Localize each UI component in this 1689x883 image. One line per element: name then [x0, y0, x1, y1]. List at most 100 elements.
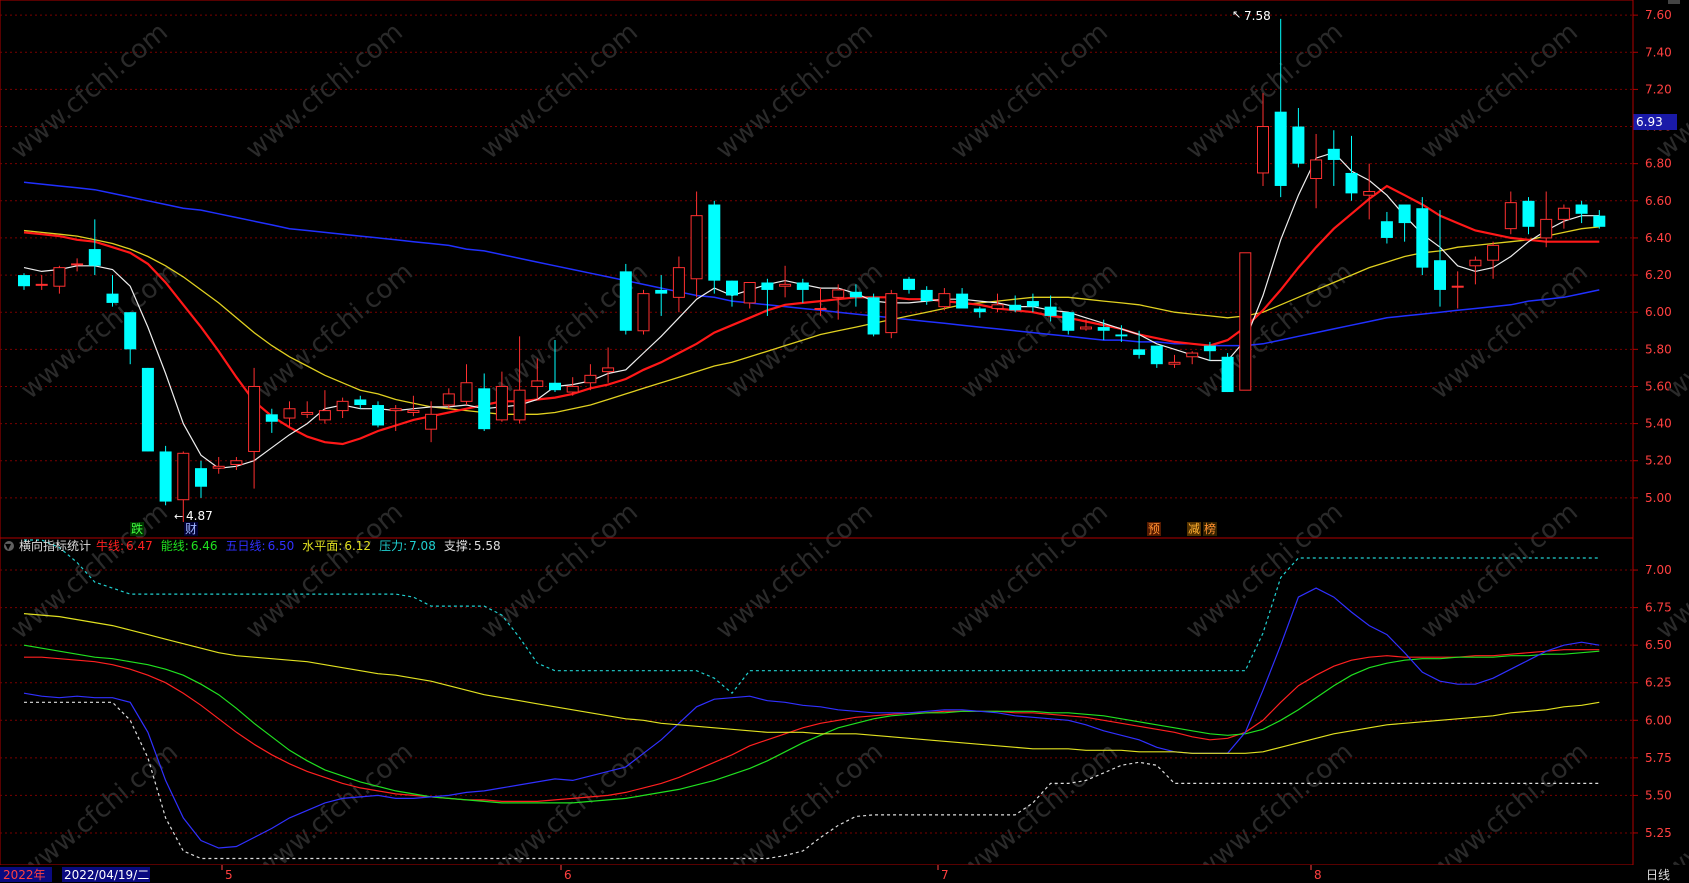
rank-marker[interactable]: 榜 — [1204, 521, 1216, 536]
candle[interactable] — [159, 445, 172, 506]
candle[interactable] — [867, 293, 880, 337]
candle[interactable] — [903, 276, 915, 294]
candle[interactable] — [1416, 197, 1429, 276]
candle[interactable] — [1575, 200, 1588, 224]
candle[interactable] — [318, 390, 331, 424]
candle[interactable] — [1398, 204, 1411, 242]
candle[interactable] — [1522, 197, 1535, 235]
candle[interactable] — [336, 397, 349, 419]
candle[interactable] — [956, 288, 969, 309]
watermark: www.cfchi.com — [955, 257, 1124, 405]
candle[interactable] — [1363, 163, 1376, 220]
candle[interactable] — [1540, 191, 1553, 248]
indicator-panel[interactable]: 7.00 6.75 6.50 6.25 6.00 5.75 5.50 5.25 ▼ 横向指标统… — [0, 537, 1672, 866]
candle[interactable] — [1150, 345, 1163, 368]
candle[interactable] — [1593, 210, 1606, 229]
candle[interactable] — [672, 256, 685, 313]
series-能线 — [23, 644, 1600, 804]
candle[interactable] — [1009, 295, 1022, 313]
candle[interactable] — [1186, 351, 1199, 365]
candle[interactable] — [354, 395, 367, 409]
candle[interactable] — [1168, 354, 1181, 368]
reduce-marker[interactable]: 减 — [1188, 522, 1200, 536]
candle[interactable] — [885, 289, 898, 339]
candle-body — [1292, 126, 1305, 164]
candle[interactable] — [124, 312, 137, 365]
candle[interactable] — [796, 278, 809, 303]
candle[interactable] — [230, 457, 243, 471]
pre-marker[interactable]: 预 — [1148, 522, 1160, 536]
candle[interactable] — [602, 347, 615, 383]
legend-label: 支撑: — [444, 538, 472, 553]
period-label[interactable]: 日线 — [1646, 868, 1670, 882]
candle[interactable] — [761, 278, 774, 316]
candle[interactable] — [743, 281, 756, 309]
candle[interactable] — [1380, 211, 1393, 244]
candle-body — [1203, 345, 1216, 352]
candle[interactable] — [1221, 353, 1234, 393]
candle-body — [442, 393, 455, 406]
candle[interactable] — [1434, 210, 1446, 307]
candle[interactable] — [195, 460, 207, 498]
candle[interactable] — [708, 200, 721, 294]
candle[interactable] — [726, 280, 738, 307]
candle[interactable] — [442, 388, 455, 409]
candle-body — [690, 215, 703, 280]
candle[interactable] — [1239, 252, 1252, 391]
candle-body — [495, 385, 508, 421]
price-y-axis: 7.607.407.207.006.806.606.406.206.005.80… — [1633, 8, 1672, 505]
candle[interactable] — [1062, 312, 1075, 335]
candle[interactable] — [460, 364, 473, 406]
candle[interactable] — [1097, 319, 1110, 341]
candle-body — [602, 367, 615, 373]
candle-body — [265, 414, 278, 422]
candle[interactable] — [1451, 271, 1464, 309]
candle-body — [1026, 301, 1039, 307]
finance-marker[interactable]: 财 — [185, 522, 197, 536]
date-bar[interactable]: 2022年 2022/04/19/二 5 6 7 8 日线 — [0, 865, 1689, 883]
candle[interactable] — [1487, 241, 1500, 279]
candle-body — [1186, 352, 1199, 358]
candle-body — [35, 283, 48, 286]
price-panel[interactable]: 7.607.407.207.006.806.606.406.206.005.80… — [0, 0, 1689, 883]
candle[interactable] — [71, 258, 84, 272]
y-tick-label: 7.20 — [1645, 82, 1672, 96]
candle[interactable] — [690, 191, 703, 298]
candle[interactable] — [1345, 135, 1358, 201]
candle[interactable] — [1310, 133, 1323, 209]
candle[interactable] — [18, 273, 30, 290]
candle-body — [372, 405, 384, 426]
candle[interactable] — [1504, 191, 1517, 235]
candle-body — [832, 289, 845, 298]
candle-body — [566, 385, 579, 393]
candle[interactable] — [1026, 293, 1039, 313]
candle[interactable] — [301, 401, 314, 419]
candle[interactable] — [1557, 204, 1570, 229]
candle-body — [814, 307, 827, 310]
candle[interactable] — [619, 263, 632, 335]
settings-icon[interactable] — [1668, 0, 1680, 4]
y-tick-label: 5.75 — [1645, 751, 1672, 765]
candle[interactable] — [248, 367, 261, 489]
stock-chart[interactable]: 7.607.407.207.006.806.606.406.206.005.80… — [0, 0, 1689, 883]
candle[interactable] — [1274, 18, 1287, 198]
candle-body — [1221, 356, 1234, 393]
candle-body — [230, 460, 243, 465]
candle[interactable] — [1327, 130, 1340, 186]
candle[interactable] — [35, 275, 48, 290]
candle[interactable] — [938, 288, 951, 311]
candle-body — [1150, 345, 1163, 365]
candle[interactable] — [141, 367, 154, 452]
candle[interactable] — [655, 275, 668, 316]
candle[interactable] — [106, 275, 119, 307]
candle[interactable] — [1292, 107, 1305, 168]
fall-marker[interactable]: 跌 — [131, 521, 143, 536]
candle[interactable] — [407, 395, 420, 417]
candle-body — [1540, 218, 1553, 239]
watermark: www.cfchi.com — [1190, 257, 1359, 405]
candle[interactable] — [637, 289, 650, 335]
candle[interactable] — [372, 401, 384, 428]
candle-body — [1274, 111, 1287, 186]
candle[interactable] — [53, 265, 66, 294]
candle-body — [956, 293, 969, 309]
